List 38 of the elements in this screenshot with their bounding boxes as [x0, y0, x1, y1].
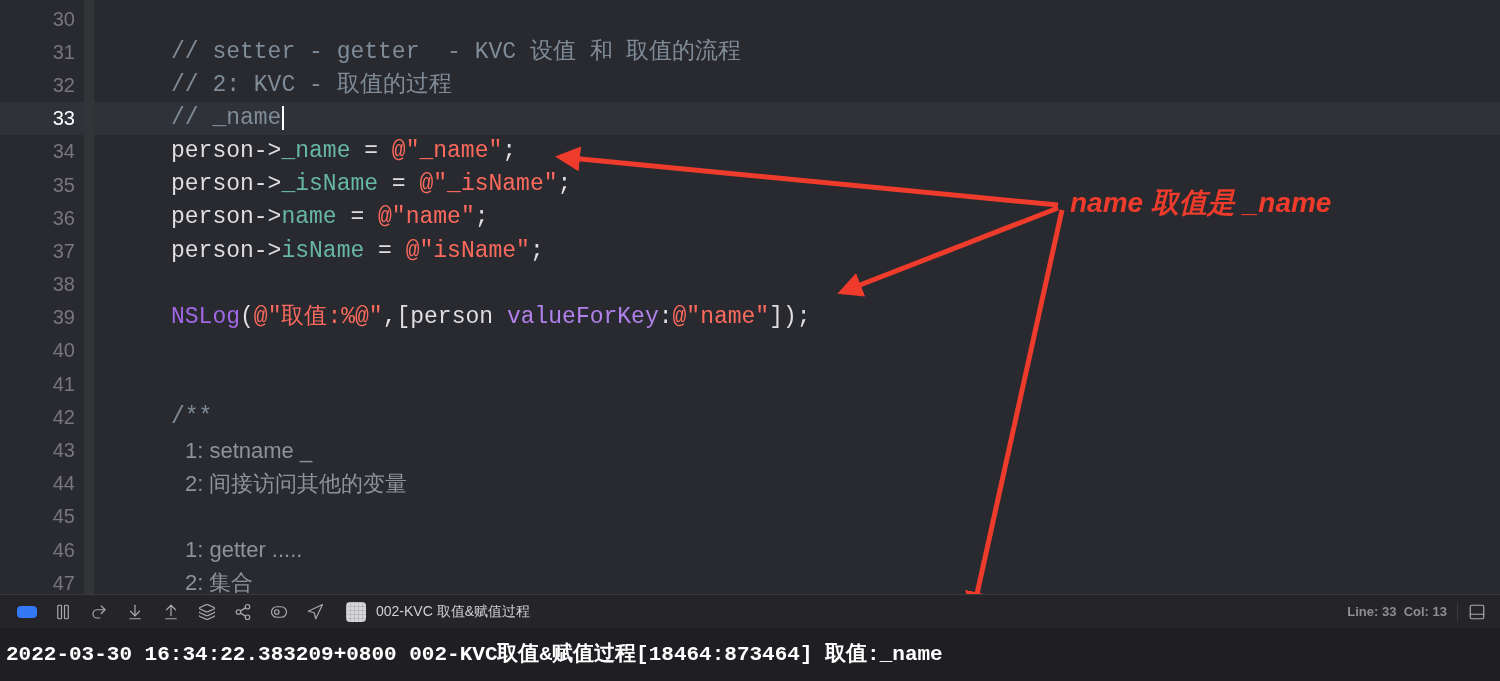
code-line: NSLog(@"取值:%@",[person valueForKey:@"name"]); [171, 303, 811, 333]
line-number: 36 [51, 205, 75, 231]
line-number: 40 [51, 338, 75, 364]
doc-comment: 1: getter ..... [185, 536, 303, 565]
line-number: 38 [51, 272, 75, 298]
line-number: 30 [51, 6, 75, 32]
target-label: 002-KVC 取值&赋值过程 [376, 602, 531, 621]
text-cursor [282, 106, 285, 131]
doc-comment: 2: 集合 [185, 569, 254, 594]
console-output: 2022-03-30 16:34:22.383209+0800 002-KVC取值&赋值过程[18464:873464] 取值:_name [6, 641, 943, 668]
annotation-text: name 取值是 _name [1070, 187, 1332, 218]
app-icon [346, 601, 366, 622]
line-number: 32 [51, 72, 75, 98]
line-number: 47 [51, 570, 75, 594]
line-number: 31 [51, 39, 75, 65]
line-number: 46 [51, 537, 75, 563]
code-line: person->name = @"name"; [171, 203, 489, 233]
line-number: 39 [51, 305, 75, 331]
panel-toggle-icon[interactable] [1468, 602, 1486, 621]
line-number: 41 [51, 371, 75, 397]
doc-comment: 1: setname _ [185, 436, 313, 465]
line-number: 43 [51, 438, 75, 464]
code-comment: // _name [171, 103, 282, 133]
code-line: person->_isName = @"_isName"; [171, 170, 572, 200]
line-number: 45 [51, 504, 75, 530]
code-line: person->_name = @"_name"; [171, 137, 517, 167]
code-line: person->isName = @"isName"; [171, 236, 544, 266]
line-number: 42 [51, 404, 75, 430]
code-comment: /** [171, 402, 213, 432]
doc-comment: 2: 间接访问其他的变量 [185, 469, 408, 498]
code-comment: // 2: KVC - 取值的过程 [171, 70, 452, 100]
line-number: 37 [51, 238, 75, 264]
line-number: 35 [51, 172, 75, 198]
code-comment: // setter - getter - KVC 设值 和 取值的流程 [171, 37, 742, 67]
line-number: 44 [51, 471, 75, 497]
line-number: 34 [51, 139, 75, 165]
cursor-position: Line: 33 Col: 13 [1347, 602, 1447, 621]
line-number: 33 [51, 106, 75, 132]
